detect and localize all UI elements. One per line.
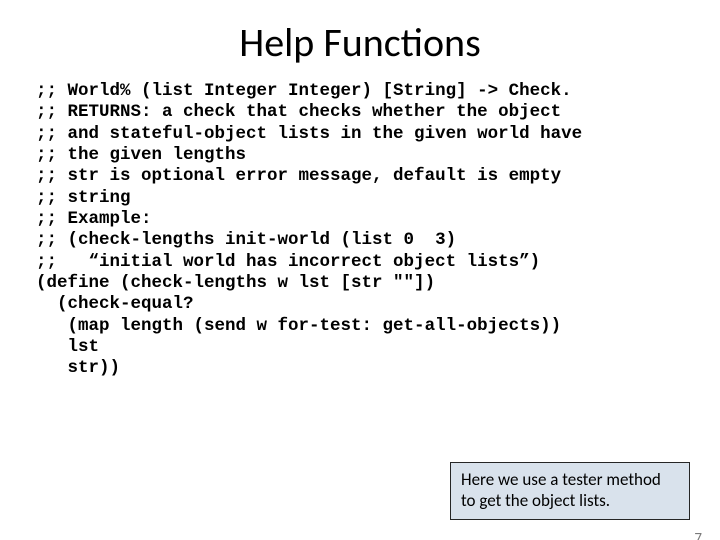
- callout-box: Here we use a tester method to get the o…: [450, 462, 690, 521]
- page-number: 7: [694, 530, 702, 540]
- code-block: ;; World% (list Integer Integer) [String…: [36, 81, 720, 380]
- slide-title: Help Functions: [0, 18, 720, 67]
